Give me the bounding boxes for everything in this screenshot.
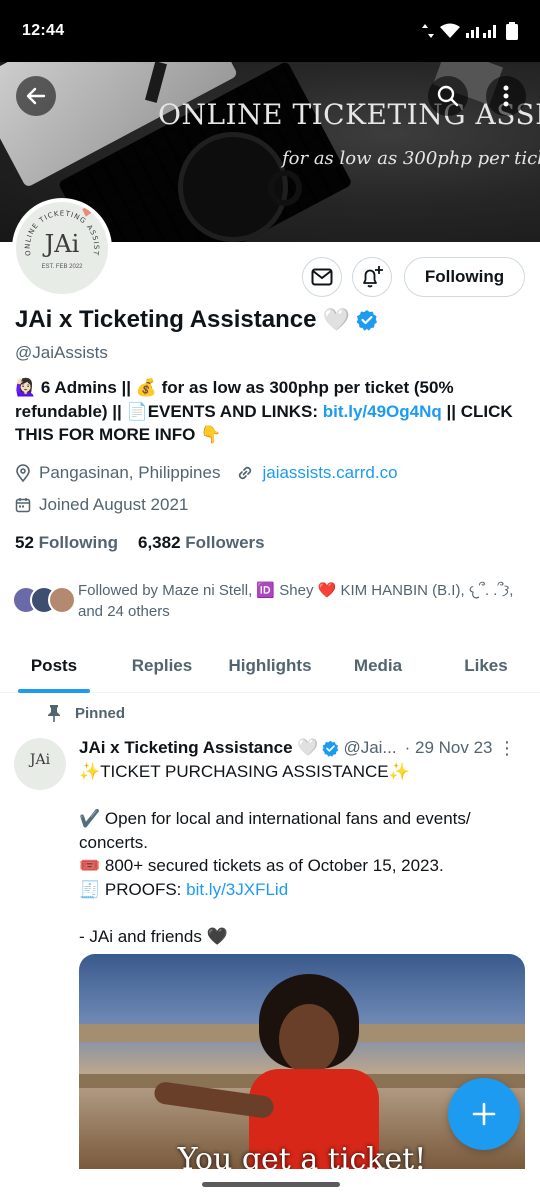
wifi-icon bbox=[440, 23, 460, 38]
proofs-label: 🧾 PROOFS: bbox=[79, 879, 187, 899]
media-caption: You get a ticket! bbox=[177, 1142, 427, 1169]
proofs-link[interactable]: bit.ly/3JXFLid bbox=[186, 880, 288, 899]
post-line: ✨TICKET PURCHASING ASSISTANCE✨ bbox=[79, 762, 410, 781]
post-line: - JAi and friends 🖤 bbox=[79, 926, 228, 946]
location-pin-icon bbox=[15, 464, 31, 482]
tab-likes[interactable]: Likes bbox=[432, 640, 540, 692]
notification-button[interactable] bbox=[352, 257, 392, 297]
profile-joined-date: Joined August 2021 bbox=[39, 495, 189, 514]
envelope-icon bbox=[311, 268, 333, 286]
followed-by-avatars bbox=[12, 586, 78, 616]
post-author-avatar[interactable]: JAi bbox=[14, 738, 66, 790]
white-heart-emoji: 🤍 bbox=[322, 307, 350, 332]
back-button[interactable] bbox=[16, 76, 56, 116]
post-line: ✔️ Open for local and international fans… bbox=[79, 809, 471, 852]
pin-icon bbox=[48, 705, 60, 722]
tab-media[interactable]: Media bbox=[324, 640, 432, 692]
status-icons bbox=[422, 22, 518, 40]
message-button[interactable] bbox=[302, 257, 342, 297]
post-more-icon[interactable]: ⋮ bbox=[498, 738, 516, 759]
media-person bbox=[153, 974, 379, 1169]
profile-location: Pangasinan, Philippines bbox=[39, 463, 221, 482]
display-name-text: JAi x Ticketing Assistance bbox=[15, 306, 317, 333]
compose-button[interactable] bbox=[448, 1078, 520, 1150]
post-date: · 29 Nov 23 bbox=[404, 738, 493, 757]
arrow-left-icon bbox=[26, 87, 46, 105]
avatar-est: EST. FEB 2022 bbox=[41, 264, 83, 270]
link-icon bbox=[236, 464, 254, 482]
profile-handle: @JaiAssists bbox=[15, 343, 108, 362]
profile-bio: 🙋🏻‍♀️ 6 Admins || 💰 for as low as 300php… bbox=[15, 376, 527, 447]
battery-icon bbox=[506, 22, 518, 40]
follower-avatar bbox=[48, 586, 76, 614]
post-header: JAi x Ticketing Assistance 🤍 @Jai... · 2… bbox=[79, 738, 529, 758]
tab-posts[interactable]: Posts bbox=[0, 640, 108, 693]
data-arrows-icon bbox=[422, 24, 434, 38]
profile-joined-row: Joined August 2021 bbox=[15, 495, 188, 515]
post-line: 🧾 PROOFS: bit.ly/3JXFLid bbox=[79, 878, 527, 902]
following-label: Following bbox=[38, 533, 118, 552]
following-stat[interactable]: 52 Following bbox=[15, 533, 118, 553]
verified-badge-icon bbox=[322, 740, 339, 757]
pinned-indicator: Pinned bbox=[47, 704, 125, 722]
post-body: ✨TICKET PURCHASING ASSISTANCE✨ ✔️ Open f… bbox=[79, 760, 527, 948]
post-author-handle: @Jai... bbox=[343, 738, 397, 757]
profile-tabs: Posts Replies Highlights Media Likes bbox=[0, 640, 540, 693]
calendar-icon bbox=[15, 497, 31, 513]
home-indicator[interactable] bbox=[202, 1182, 340, 1187]
display-name: JAi x Ticketing Assistance 🤍 bbox=[15, 306, 378, 334]
profile-website-link[interactable]: jaiassists.carrd.co bbox=[262, 463, 397, 483]
status-bar: 12:44 bbox=[0, 0, 540, 62]
more-vertical-icon bbox=[503, 85, 509, 107]
bio-link[interactable]: bit.ly/49Og4Nq bbox=[323, 402, 442, 421]
search-icon bbox=[437, 85, 459, 107]
status-time: 12:44 bbox=[22, 22, 65, 39]
following-button[interactable]: Following bbox=[404, 257, 525, 297]
followers-count: 6,382 bbox=[137, 533, 181, 552]
followers-label: Followers bbox=[185, 533, 265, 552]
pinned-label: Pinned bbox=[75, 704, 126, 722]
banner-title: ONLINE TICKETING ASSISTANCE bbox=[158, 98, 540, 131]
tab-highlights[interactable]: Highlights bbox=[216, 640, 324, 692]
followers-stat[interactable]: 6,382 Followers bbox=[138, 533, 265, 553]
followed-by-text: Followed by Maze ni Stell, 🆔 Shey ❤️ KIM… bbox=[78, 582, 514, 620]
followed-by-row[interactable]: Followed by Maze ni Stell, 🆔 Shey ❤️ KIM… bbox=[12, 580, 532, 622]
profile-meta-row: Pangasinan, Philippines jaiassists.carrd… bbox=[15, 463, 398, 483]
more-options-button[interactable] bbox=[486, 76, 526, 116]
avatar-mark: JAi bbox=[44, 230, 80, 258]
post-author-name[interactable]: JAi x Ticketing Assistance 🤍 bbox=[79, 738, 318, 758]
banner-subtitle: for as low as 300php per ticket bbox=[282, 148, 540, 169]
profile-avatar[interactable]: ONLINE TICKETING ASSISTANCE JAi EST. FEB… bbox=[12, 198, 112, 298]
plus-icon bbox=[472, 1102, 496, 1126]
signal-icon bbox=[466, 25, 496, 38]
bell-plus-icon bbox=[363, 266, 383, 288]
post-avatar-mark: JAi bbox=[29, 752, 51, 768]
search-button[interactable] bbox=[428, 76, 468, 116]
follow-stats: 52 Following 6,382 Followers bbox=[15, 533, 265, 553]
post-line: 🎟️ 800+ secured tickets as of October 15… bbox=[79, 856, 444, 875]
following-count: 52 bbox=[15, 533, 34, 552]
tab-replies[interactable]: Replies bbox=[108, 640, 216, 692]
verified-badge-icon[interactable] bbox=[356, 309, 378, 331]
